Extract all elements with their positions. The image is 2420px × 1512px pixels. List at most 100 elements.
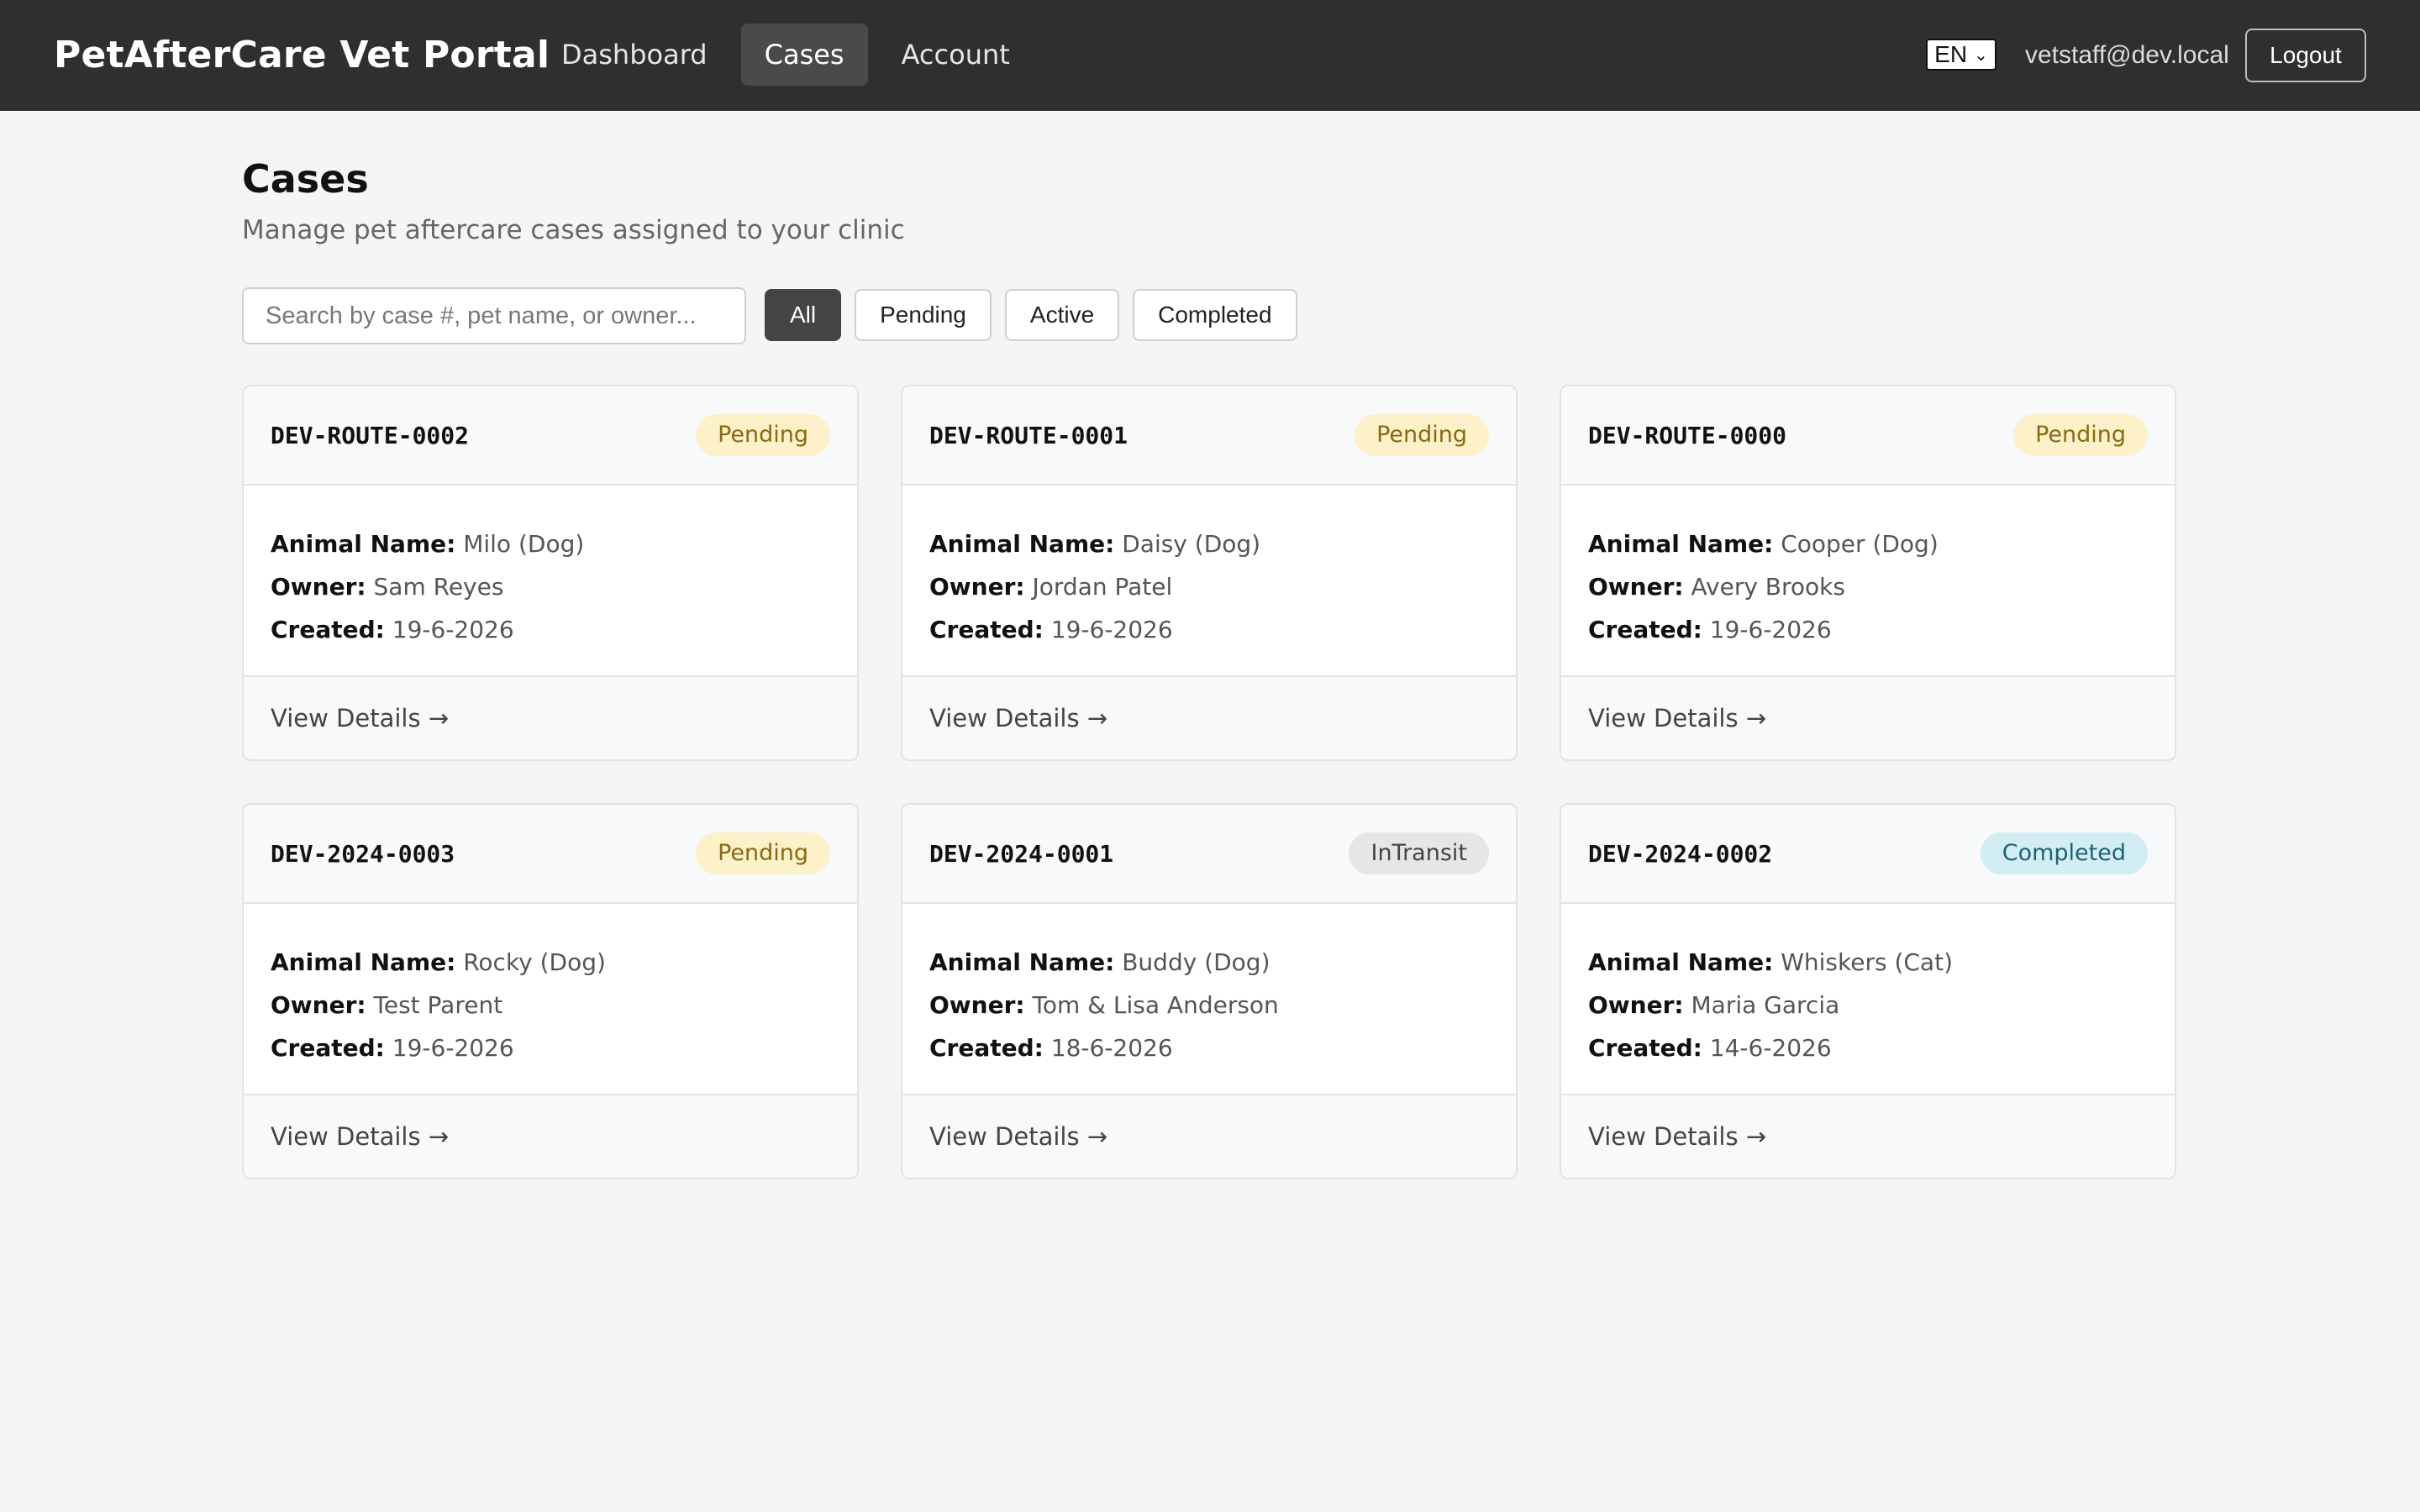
- animal-label: Animal Name:: [929, 530, 1115, 558]
- filter-all[interactable]: All: [765, 289, 842, 341]
- created-value: 19-6-2026: [392, 616, 514, 643]
- owner-label: Owner:: [1588, 991, 1684, 1019]
- case-card: DEV-ROUTE-0001 Pending Animal Name: Dais…: [901, 385, 1518, 761]
- logout-button[interactable]: Logout: [2245, 29, 2366, 82]
- animal-value: Cooper (Dog): [1781, 530, 1939, 558]
- created-row: Created: 19-6-2026: [1588, 608, 2148, 651]
- view-details-link[interactable]: View Details →: [244, 1094, 857, 1178]
- created-value: 19-6-2026: [1709, 616, 1832, 643]
- main-nav: Dashboard Cases Account: [538, 24, 1034, 86]
- view-details-link[interactable]: View Details →: [902, 1094, 1516, 1178]
- animal-row: Animal Name: Buddy (Dog): [929, 941, 1489, 984]
- view-details-link[interactable]: View Details →: [902, 675, 1516, 759]
- animal-value: Rocky (Dog): [463, 948, 606, 976]
- owner-label: Owner:: [929, 573, 1025, 601]
- owner-value: Avery Brooks: [1691, 573, 1845, 601]
- case-card-header: DEV-ROUTE-0002 Pending: [244, 386, 857, 486]
- case-card-header: DEV-2024-0001 InTransit: [902, 805, 1516, 904]
- filter-completed[interactable]: Completed: [1133, 289, 1297, 341]
- case-card-header: DEV-2024-0002 Completed: [1561, 805, 2175, 904]
- created-label: Created:: [1588, 1034, 1702, 1062]
- case-card: DEV-2024-0003 Pending Animal Name: Rocky…: [242, 803, 859, 1179]
- created-row: Created: 19-6-2026: [271, 608, 830, 651]
- case-card-body: Animal Name: Rocky (Dog) Owner: Test Par…: [244, 904, 857, 1094]
- status-badge: Pending: [2013, 414, 2148, 456]
- case-card-body: Animal Name: Milo (Dog) Owner: Sam Reyes…: [244, 486, 857, 675]
- created-value: 19-6-2026: [1050, 616, 1173, 643]
- page-title: Cases: [242, 156, 369, 202]
- created-label: Created:: [271, 1034, 385, 1062]
- case-id: DEV-2024-0003: [271, 839, 455, 868]
- owner-row: Owner: Avery Brooks: [1588, 565, 2148, 608]
- animal-value: Milo (Dog): [463, 530, 585, 558]
- top-navbar: PetAfterCare Vet Portal Dashboard Cases …: [0, 0, 2420, 111]
- animal-row: Animal Name: Milo (Dog): [271, 522, 830, 565]
- created-value: 14-6-2026: [1709, 1034, 1832, 1062]
- case-card-body: Animal Name: Buddy (Dog) Owner: Tom & Li…: [902, 904, 1516, 1094]
- case-card: DEV-2024-0001 InTransit Animal Name: Bud…: [901, 803, 1518, 1179]
- created-row: Created: 14-6-2026: [1588, 1026, 2148, 1069]
- case-id: DEV-ROUTE-0001: [929, 421, 1128, 449]
- view-details-link[interactable]: View Details →: [1561, 675, 2175, 759]
- owner-row: Owner: Jordan Patel: [929, 565, 1489, 608]
- case-id: DEV-2024-0001: [929, 839, 1114, 868]
- case-card-header: DEV-ROUTE-0001 Pending: [902, 386, 1516, 486]
- animal-row: Animal Name: Whiskers (Cat): [1588, 941, 2148, 984]
- created-label: Created:: [271, 616, 385, 643]
- case-id: DEV-2024-0002: [1588, 839, 1773, 868]
- case-card-body: Animal Name: Cooper (Dog) Owner: Avery B…: [1561, 486, 2175, 675]
- nav-dashboard[interactable]: Dashboard: [538, 24, 731, 86]
- created-row: Created: 18-6-2026: [929, 1026, 1489, 1069]
- status-badge: Pending: [696, 832, 830, 874]
- case-card-header: DEV-ROUTE-0000 Pending: [1561, 386, 2175, 486]
- created-label: Created:: [929, 1034, 1044, 1062]
- created-label: Created:: [1588, 616, 1702, 643]
- language-select[interactable]: EN ⌄: [1926, 39, 1996, 71]
- created-value: 18-6-2026: [1050, 1034, 1173, 1062]
- status-filters: All Pending Active Completed: [765, 289, 1297, 341]
- animal-label: Animal Name:: [1588, 530, 1774, 558]
- nav-account[interactable]: Account: [878, 24, 1034, 86]
- animal-label: Animal Name:: [271, 530, 456, 558]
- status-badge: Completed: [1980, 832, 2148, 874]
- case-card-body: Animal Name: Daisy (Dog) Owner: Jordan P…: [902, 486, 1516, 675]
- view-details-link[interactable]: View Details →: [1561, 1094, 2175, 1178]
- created-row: Created: 19-6-2026: [271, 1026, 830, 1069]
- owner-value: Tom & Lisa Anderson: [1032, 991, 1279, 1019]
- owner-row: Owner: Test Parent: [271, 984, 830, 1026]
- filter-pending[interactable]: Pending: [855, 289, 992, 341]
- user-email: vetstaff@dev.local: [2025, 41, 2229, 69]
- owner-label: Owner:: [929, 991, 1025, 1019]
- case-id: DEV-ROUTE-0002: [271, 421, 470, 449]
- owner-label: Owner:: [271, 991, 366, 1019]
- case-card: DEV-ROUTE-0002 Pending Animal Name: Milo…: [242, 385, 859, 761]
- case-card: DEV-ROUTE-0000 Pending Animal Name: Coop…: [1560, 385, 2176, 761]
- owner-row: Owner: Maria Garcia: [1588, 984, 2148, 1026]
- animal-value: Buddy (Dog): [1122, 948, 1270, 976]
- view-details-link[interactable]: View Details →: [244, 675, 857, 759]
- cases-grid: DEV-ROUTE-0002 Pending Animal Name: Milo…: [242, 385, 2176, 1179]
- owner-label: Owner:: [1588, 573, 1684, 601]
- case-card-body: Animal Name: Whiskers (Cat) Owner: Maria…: [1561, 904, 2175, 1094]
- owner-label: Owner:: [271, 573, 366, 601]
- status-badge: Pending: [696, 414, 830, 456]
- search-input[interactable]: [242, 287, 746, 344]
- owner-value: Sam Reyes: [373, 573, 504, 601]
- owner-row: Owner: Tom & Lisa Anderson: [929, 984, 1489, 1026]
- owner-value: Maria Garcia: [1691, 991, 1840, 1019]
- language-value: EN: [1934, 41, 1968, 67]
- created-value: 19-6-2026: [392, 1034, 514, 1062]
- case-card-header: DEV-2024-0003 Pending: [244, 805, 857, 904]
- nav-cases[interactable]: Cases: [740, 24, 868, 86]
- animal-label: Animal Name:: [1588, 948, 1774, 976]
- animal-label: Animal Name:: [271, 948, 456, 976]
- animal-value: Whiskers (Cat): [1781, 948, 1953, 976]
- brand-title[interactable]: PetAfterCare Vet Portal: [54, 0, 550, 111]
- case-card: DEV-2024-0002 Completed Animal Name: Whi…: [1560, 803, 2176, 1179]
- status-badge: Pending: [1355, 414, 1489, 456]
- animal-row: Animal Name: Rocky (Dog): [271, 941, 830, 984]
- filter-active[interactable]: Active: [1004, 289, 1120, 341]
- page-subtitle: Manage pet aftercare cases assigned to y…: [242, 215, 905, 245]
- case-id: DEV-ROUTE-0000: [1588, 421, 1787, 449]
- created-label: Created:: [929, 616, 1044, 643]
